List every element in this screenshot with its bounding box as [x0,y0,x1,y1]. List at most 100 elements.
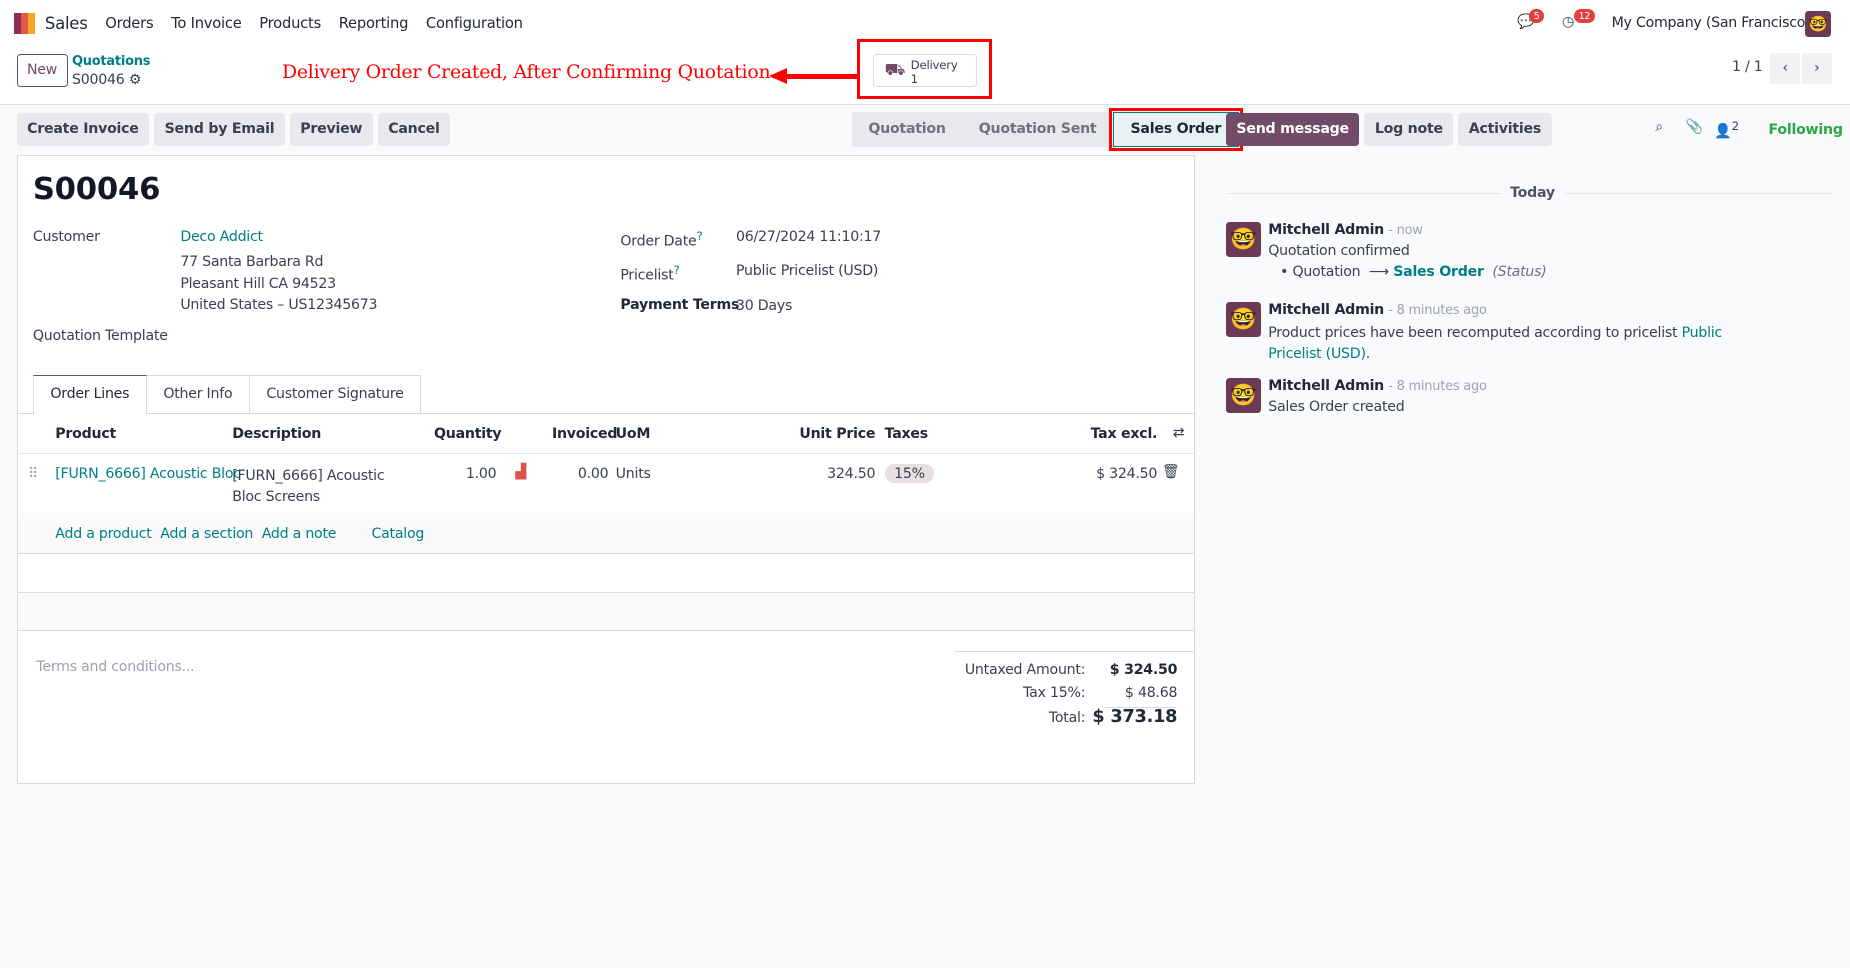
activities-badge: 12 [1573,9,1595,23]
column-settings-icon[interactable]: ⇄ [1173,425,1185,441]
payment-terms-value[interactable]: 30 Days [736,298,792,314]
stage-quotation-sent[interactable]: Quotation Sent [962,112,1113,148]
truck-icon: ⛟ [884,59,906,79]
notebook-tabs: Order Lines Other Info Customer Signatur… [32,374,422,415]
trash-icon[interactable]: 🗑 [1162,464,1180,480]
column-header-quantity[interactable]: Quantity [434,426,502,442]
menu-orders[interactable]: Orders [105,15,153,32]
untaxed-label: Untaxed Amount: [964,661,1086,678]
old-value: Quotation [1292,264,1361,281]
followers-button[interactable]: 👤2 [1714,119,1739,140]
message-author[interactable]: Mitchell Admin [1268,222,1384,238]
table-row[interactable]: ⠿ [FURN_6666] Acoustic Bloc [FURN_6666] … [17,452,1194,514]
app-name[interactable]: Sales [45,14,88,33]
subtotal-cell: $ 324.50 [1096,465,1158,482]
customer-address: 77 Santa Barbara Rd Pleasant Hill CA 945… [180,252,377,316]
send-message-button[interactable]: Send message [1225,113,1360,147]
message-tail: . [1365,346,1370,363]
stage-sales-order[interactable]: Sales Order [1108,107,1243,152]
preview-button[interactable]: Preview [289,113,373,147]
message-author[interactable]: Mitchell Admin [1268,302,1384,318]
column-header-unit-price[interactable]: Unit Price [799,426,875,442]
menu-products[interactable]: Products [259,15,321,32]
pager-next-icon[interactable]: › [1801,53,1833,84]
send-by-email-button[interactable]: Send by Email [154,113,285,147]
company-switcher[interactable]: My Company (San Francisco) [1612,15,1811,31]
pricelist-label: Pricelist [620,267,674,284]
tax-badge[interactable]: 15% [884,464,935,483]
product-cell[interactable]: [FURN_6666] Acoustic Bloc [55,466,241,482]
gear-icon[interactable]: ⚙ [129,72,142,88]
forecast-chart-icon[interactable]: ▟ [515,464,526,480]
clock-icon: ◷ [1562,14,1575,31]
address-line: United States – US12345673 [180,296,378,313]
tab-customer-signature[interactable]: Customer Signature [249,374,422,414]
sales-app-icon[interactable] [14,12,36,35]
breadcrumb-quotations[interactable]: Quotations [72,54,151,69]
tab-other-info[interactable]: Other Info [146,374,250,414]
quotation-template-label: Quotation Template [32,327,168,344]
message-time: - 8 minutes ago [1388,303,1487,319]
catalog-link[interactable]: Catalog [371,526,424,542]
pricelist-value[interactable]: Public Pricelist (USD) [736,263,878,279]
new-value: Sales Order [1393,264,1484,281]
add-note-link[interactable]: Add a note [262,526,337,542]
customer-link[interactable]: Deco Addict [180,229,263,245]
description-cell[interactable]: [FURN_6666] Acoustic Bloc Screens [232,466,409,508]
stage-quotation[interactable]: Quotation [851,112,963,148]
tracked-field: (Status) [1492,264,1547,281]
message-body: Sales Order created [1268,398,1405,415]
search-icon[interactable]: ⌕ [1655,119,1663,135]
create-invoice-button[interactable]: Create Invoice [16,113,150,147]
payment-terms-label: Payment Terms [620,297,740,314]
activities-button[interactable]: Activities [1458,113,1552,147]
pager-previous-icon[interactable]: ‹ [1769,53,1801,84]
tax-amount: $ 48.68 [1124,685,1178,702]
messages-button[interactable]: 💬 5 [1517,9,1545,30]
add-line-row: Add a product Add a section Add a note C… [17,513,1194,555]
help-icon[interactable]: ? [674,263,680,277]
column-header-product[interactable]: Product [55,426,116,442]
new-button[interactable]: New [16,54,68,87]
uom-cell[interactable]: Units [616,466,651,482]
author-avatar: 🤓 [1225,377,1262,413]
following-button[interactable]: Following [1769,122,1843,138]
author-avatar: 🤓 [1225,221,1262,258]
paperclip-icon[interactable]: 📎 [1686,119,1704,135]
add-product-link[interactable]: Add a product [55,526,152,542]
annotation-text: Delivery Order Created, After Confirming… [281,61,777,84]
column-header-description[interactable]: Description [232,426,321,442]
delivery-smart-button[interactable]: ⛟ Delivery 1 [873,54,977,87]
untaxed-amount: $ 324.50 [1109,661,1178,678]
record-name: S00046 [71,71,125,88]
menu-configuration[interactable]: Configuration [426,15,523,32]
order-date-value[interactable]: 06/27/2024 11:10:17 [736,229,881,245]
add-section-link[interactable]: Add a section [160,526,253,542]
annotation-arrow-icon [768,68,788,85]
column-header-tax-excl[interactable]: Tax excl. [1091,426,1158,442]
pager-value[interactable]: 1 / 1 [1732,59,1763,75]
drag-handle-icon[interactable]: ⠿ [28,466,38,482]
column-header-uom[interactable]: UoM [616,426,651,442]
help-icon[interactable]: ? [697,229,703,243]
unit-price-cell[interactable]: 324.50 [827,466,875,482]
total-amount: $ 373.18 [1092,706,1178,727]
quantity-cell[interactable]: 1.00 [466,466,497,482]
invoiced-cell: 0.00 [577,465,609,482]
menu-reporting[interactable]: Reporting [339,15,409,32]
delivery-count: 1 [910,71,919,86]
cancel-button[interactable]: Cancel [377,113,451,147]
tab-order-lines[interactable]: Order Lines [32,374,147,415]
user-avatar[interactable]: 🤓 [1805,10,1832,37]
menu-to-invoice[interactable]: To Invoice [171,15,242,32]
column-header-invoiced[interactable]: Invoiced [552,426,618,442]
message-author[interactable]: Mitchell Admin [1268,378,1384,394]
total-label: Total: [1048,710,1086,727]
log-note-button[interactable]: Log note [1364,113,1454,147]
chatter-buttons: Send message Log note Activities [1225,113,1552,147]
action-buttons: Create Invoice Send by Email Preview Can… [16,113,451,147]
order-name: S00046 [32,172,161,208]
terms-input[interactable]: Terms and conditions... [36,659,194,675]
activities-button[interactable]: ◷ 12 [1562,9,1595,31]
column-header-taxes[interactable]: Taxes [885,426,929,442]
